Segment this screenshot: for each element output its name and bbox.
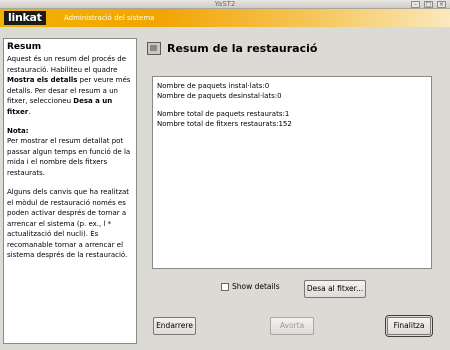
save-to-file-button[interactable]: Desa al fitxer...	[304, 280, 366, 298]
summary-restored-files: Nombre total de fitxers restaurats:152	[157, 120, 292, 128]
help-text: .	[28, 107, 31, 116]
header-banner: linkat Administració del sistema	[0, 9, 450, 27]
help-paragraph-reboot: Alguns dels canvis que ha realitzat el m…	[7, 188, 130, 259]
back-button[interactable]: Endarrere	[153, 317, 196, 335]
show-details-checkbox[interactable]	[221, 283, 229, 291]
minimize-icon[interactable]: –	[411, 1, 420, 8]
help-title: Resum	[7, 42, 42, 52]
maximize-icon[interactable]: □	[424, 1, 433, 8]
linkat-logo: linkat	[4, 11, 46, 25]
summary-text-area[interactable]: Nombre de paquets instal·lats:0 Nombre d…	[152, 76, 432, 269]
help-note-heading: Nota:	[7, 127, 29, 135]
summary-restored-packages: Nombre total de paquets restaurats:1	[157, 110, 290, 118]
summary-uninstalled: Nombre de paquets desinstal·lats:0	[157, 92, 282, 100]
summary-installed: Nombre de paquets instal·lats:0	[157, 82, 270, 90]
page-title: Resum de la restauració	[167, 42, 318, 55]
help-paragraph-summary: Aquest és un resum del procés de restaur…	[7, 54, 133, 117]
restore-summary-icon	[147, 42, 161, 55]
help-text: Aquest és un resum del procés de restaur…	[7, 55, 127, 74]
close-icon[interactable]: ×	[437, 1, 446, 8]
finish-button[interactable]: Finalitza	[385, 315, 433, 337]
help-emphasis-show-details: Mostra els detalls	[7, 76, 78, 84]
help-note-text: Per mostrar el resum detallat pot passar…	[7, 137, 131, 177]
window-title: YaST2	[214, 0, 236, 8]
help-panel: Resum Aquest és un resum del procés de r…	[3, 38, 137, 344]
show-details-label[interactable]: Show details	[232, 282, 280, 292]
window-titlebar: YaST2 – □ ×	[0, 0, 450, 9]
abort-button[interactable]: Avorta	[270, 317, 314, 335]
banner-subtitle: Administració del sistema	[64, 14, 155, 22]
